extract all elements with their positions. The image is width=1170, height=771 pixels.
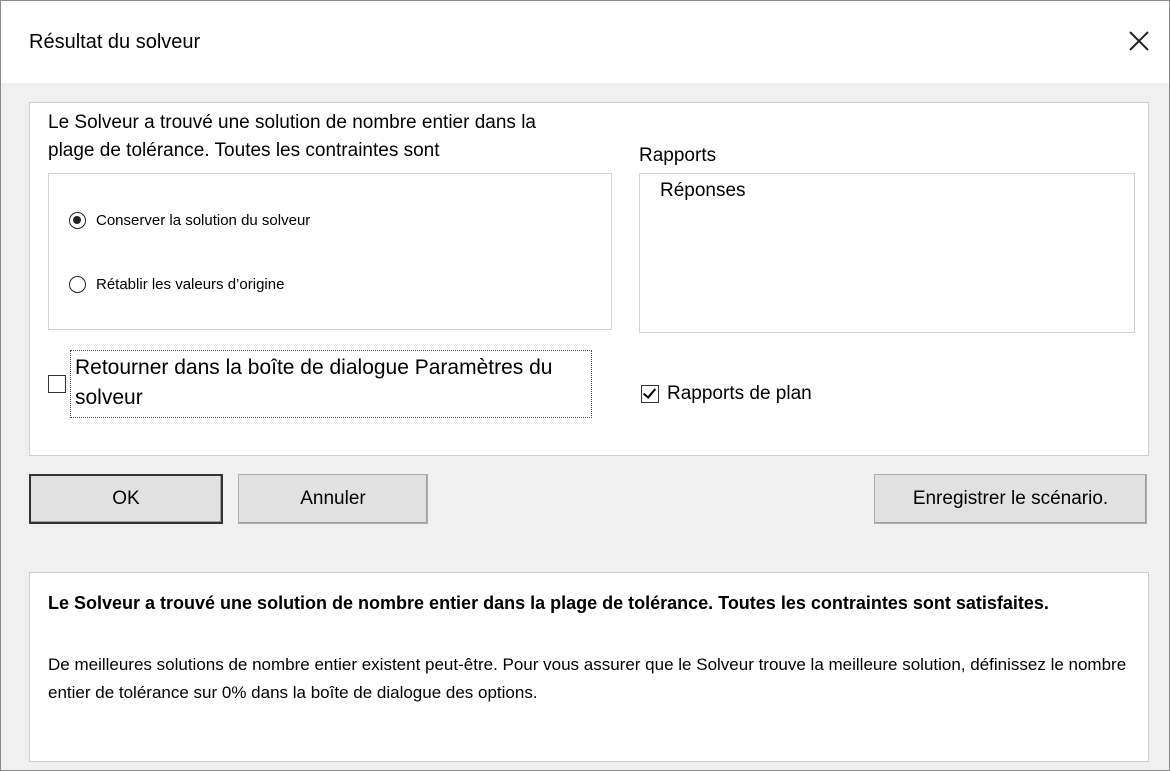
- keep-solution-option[interactable]: Conserver la solution du solveur: [69, 212, 310, 229]
- solver-result-dialog: Résultat du solveur Le Solveur a trouvé …: [0, 0, 1170, 771]
- report-item-reponses[interactable]: Réponses: [660, 180, 746, 202]
- info-panel: Le Solveur a trouvé une solution de nomb…: [29, 572, 1149, 762]
- ok-button[interactable]: OK: [29, 474, 223, 524]
- keep-solution-label: Conserver la solution du solveur: [96, 212, 311, 229]
- reports-listbox[interactable]: Réponses: [639, 173, 1135, 333]
- cancel-button[interactable]: Annuler: [238, 474, 428, 524]
- dialog-title: Résultat du solveur: [29, 31, 201, 53]
- info-description: De meilleures solutions de nombre entier…: [48, 655, 1127, 702]
- return-to-params-option[interactable]: Retourner dans la boîte de dialogue Para…: [48, 350, 592, 418]
- plan-reports-label: Rapports de plan: [667, 383, 812, 404]
- plan-reports-option[interactable]: Rapports de plan: [641, 383, 812, 405]
- restore-values-option[interactable]: Rétablir les valeurs d’origine: [69, 276, 284, 293]
- return-to-params-checkbox[interactable]: [48, 375, 66, 393]
- radio-restore-values[interactable]: [69, 276, 86, 293]
- close-icon: [1129, 31, 1149, 51]
- close-button[interactable]: [1117, 19, 1161, 63]
- plan-reports-checkbox[interactable]: [641, 385, 659, 403]
- result-message: Le Solveur a trouvé une solution de nomb…: [48, 112, 536, 161]
- result-panel: Le Solveur a trouvé une solution de nomb…: [29, 102, 1149, 456]
- save-scenario-button[interactable]: Enregistrer le scénario.: [874, 474, 1147, 524]
- title-bar[interactable]: Résultat du solveur: [1, 1, 1169, 83]
- info-heading: Le Solveur a trouvé une solution de nomb…: [48, 593, 1049, 613]
- reports-label: Rapports: [639, 145, 717, 166]
- restore-values-label: Rétablir les valeurs d’origine: [96, 276, 285, 293]
- radio-keep-solution[interactable]: [69, 212, 86, 229]
- return-to-params-label: Retourner dans la boîte de dialogue Para…: [70, 350, 592, 418]
- solution-options-group: Conserver la solution du solveur Rétabli…: [48, 173, 612, 330]
